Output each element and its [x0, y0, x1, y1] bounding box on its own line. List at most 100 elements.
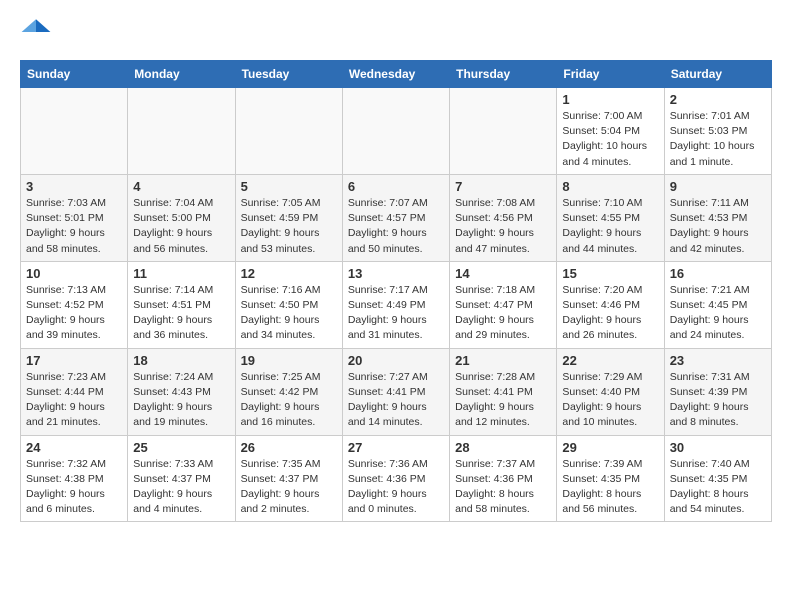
- day-info: Sunrise: 7:37 AMSunset: 4:36 PMDaylight:…: [455, 457, 551, 518]
- col-header-monday: Monday: [128, 61, 235, 88]
- day-cell: 1 Sunrise: 7:00 AMSunset: 5:04 PMDaylight…: [557, 88, 664, 175]
- day-cell: [235, 88, 342, 175]
- day-info: Sunrise: 7:14 AMSunset: 4:51 PMDaylight:…: [133, 283, 229, 344]
- day-cell: 3 Sunrise: 7:03 AMSunset: 5:01 PMDaylight…: [21, 174, 128, 261]
- day-info: Sunrise: 7:35 AMSunset: 4:37 PMDaylight:…: [241, 457, 337, 518]
- day-cell: 7Sunrise: 7:08 AMSunset: 4:56 PMDaylight…: [450, 174, 557, 261]
- day-cell: 17 Sunrise: 7:23 AMSunset: 4:44 PMDayligh…: [21, 348, 128, 435]
- day-info: Sunrise: 7:28 AMSunset: 4:41 PMDaylight:…: [455, 370, 551, 431]
- day-number: 18: [133, 353, 229, 368]
- week-row-1: 1 Sunrise: 7:00 AMSunset: 5:04 PMDaylight…: [21, 88, 772, 175]
- day-number: 3: [26, 179, 122, 194]
- day-info: Sunrise: 7:33 AMSunset: 4:37 PMDaylight:…: [133, 457, 229, 518]
- day-number: 5: [241, 179, 337, 194]
- day-number: 25: [133, 440, 229, 455]
- day-cell: [21, 88, 128, 175]
- day-number: 19: [241, 353, 337, 368]
- col-header-thursday: Thursday: [450, 61, 557, 88]
- day-info: Sunrise: 7:05 AMSunset: 4:59 PMDaylight:…: [241, 196, 337, 257]
- day-info: Sunrise: 7:29 AMSunset: 4:40 PMDaylight:…: [562, 370, 658, 431]
- day-number: 9: [670, 179, 766, 194]
- logo: [20, 16, 56, 48]
- day-info: Sunrise: 7:39 AMSunset: 4:35 PMDaylight:…: [562, 457, 658, 518]
- week-row-4: 17 Sunrise: 7:23 AMSunset: 4:44 PMDayligh…: [21, 348, 772, 435]
- day-cell: [342, 88, 449, 175]
- day-cell: 12 Sunrise: 7:16 AMSunset: 4:50 PMDayligh…: [235, 261, 342, 348]
- day-info: Sunrise: 7:01 AMSunset: 5:03 PMDaylight:…: [670, 109, 766, 170]
- page: SundayMondayTuesdayWednesdayThursdayFrid…: [0, 0, 792, 538]
- day-cell: 30Sunrise: 7:40 AMSunset: 4:35 PMDayligh…: [664, 435, 771, 522]
- day-cell: 24Sunrise: 7:32 AMSunset: 4:38 PMDayligh…: [21, 435, 128, 522]
- day-number: 26: [241, 440, 337, 455]
- day-info: Sunrise: 7:36 AMSunset: 4:36 PMDaylight:…: [348, 457, 444, 518]
- day-number: 24: [26, 440, 122, 455]
- day-cell: [128, 88, 235, 175]
- day-info: Sunrise: 7:00 AMSunset: 5:04 PMDaylight:…: [562, 109, 658, 170]
- day-info: Sunrise: 7:27 AMSunset: 4:41 PMDaylight:…: [348, 370, 444, 431]
- day-cell: 4 Sunrise: 7:04 AMSunset: 5:00 PMDaylight…: [128, 174, 235, 261]
- day-cell: 28Sunrise: 7:37 AMSunset: 4:36 PMDayligh…: [450, 435, 557, 522]
- day-number: 7: [455, 179, 551, 194]
- day-cell: 26 Sunrise: 7:35 AMSunset: 4:37 PMDayligh…: [235, 435, 342, 522]
- day-cell: 9 Sunrise: 7:11 AMSunset: 4:53 PMDaylight…: [664, 174, 771, 261]
- day-info: Sunrise: 7:04 AMSunset: 5:00 PMDaylight:…: [133, 196, 229, 257]
- day-cell: 11 Sunrise: 7:14 AMSunset: 4:51 PMDayligh…: [128, 261, 235, 348]
- day-number: 17: [26, 353, 122, 368]
- day-info: Sunrise: 7:11 AMSunset: 4:53 PMDaylight:…: [670, 196, 766, 257]
- day-info: Sunrise: 7:10 AMSunset: 4:55 PMDaylight:…: [562, 196, 658, 257]
- day-number: 21: [455, 353, 551, 368]
- day-cell: 6 Sunrise: 7:07 AMSunset: 4:57 PMDaylight…: [342, 174, 449, 261]
- day-cell: 16 Sunrise: 7:21 AMSunset: 4:45 PMDayligh…: [664, 261, 771, 348]
- day-number: 23: [670, 353, 766, 368]
- day-info: Sunrise: 7:23 AMSunset: 4:44 PMDaylight:…: [26, 370, 122, 431]
- calendar-header-row: SundayMondayTuesdayWednesdayThursdayFrid…: [21, 61, 772, 88]
- week-row-2: 3 Sunrise: 7:03 AMSunset: 5:01 PMDaylight…: [21, 174, 772, 261]
- day-info: Sunrise: 7:07 AMSunset: 4:57 PMDaylight:…: [348, 196, 444, 257]
- col-header-saturday: Saturday: [664, 61, 771, 88]
- day-number: 15: [562, 266, 658, 281]
- day-cell: 18 Sunrise: 7:24 AMSunset: 4:43 PMDayligh…: [128, 348, 235, 435]
- day-info: Sunrise: 7:31 AMSunset: 4:39 PMDaylight:…: [670, 370, 766, 431]
- week-row-5: 24Sunrise: 7:32 AMSunset: 4:38 PMDayligh…: [21, 435, 772, 522]
- day-number: 8: [562, 179, 658, 194]
- day-cell: 21 Sunrise: 7:28 AMSunset: 4:41 PMDayligh…: [450, 348, 557, 435]
- day-cell: 8 Sunrise: 7:10 AMSunset: 4:55 PMDaylight…: [557, 174, 664, 261]
- calendar-table: SundayMondayTuesdayWednesdayThursdayFrid…: [20, 60, 772, 522]
- day-number: 6: [348, 179, 444, 194]
- day-info: Sunrise: 7:24 AMSunset: 4:43 PMDaylight:…: [133, 370, 229, 431]
- day-info: Sunrise: 7:17 AMSunset: 4:49 PMDaylight:…: [348, 283, 444, 344]
- header: [20, 16, 772, 48]
- day-number: 4: [133, 179, 229, 194]
- day-info: Sunrise: 7:20 AMSunset: 4:46 PMDaylight:…: [562, 283, 658, 344]
- day-info: Sunrise: 7:25 AMSunset: 4:42 PMDaylight:…: [241, 370, 337, 431]
- day-cell: 15 Sunrise: 7:20 AMSunset: 4:46 PMDayligh…: [557, 261, 664, 348]
- day-number: 27: [348, 440, 444, 455]
- day-cell: 20 Sunrise: 7:27 AMSunset: 4:41 PMDayligh…: [342, 348, 449, 435]
- day-number: 20: [348, 353, 444, 368]
- day-cell: 13 Sunrise: 7:17 AMSunset: 4:49 PMDayligh…: [342, 261, 449, 348]
- col-header-friday: Friday: [557, 61, 664, 88]
- day-info: Sunrise: 7:16 AMSunset: 4:50 PMDaylight:…: [241, 283, 337, 344]
- day-number: 2: [670, 92, 766, 107]
- col-header-wednesday: Wednesday: [342, 61, 449, 88]
- day-number: 11: [133, 266, 229, 281]
- day-number: 13: [348, 266, 444, 281]
- day-number: 14: [455, 266, 551, 281]
- day-number: 22: [562, 353, 658, 368]
- day-cell: 27 Sunrise: 7:36 AMSunset: 4:36 PMDayligh…: [342, 435, 449, 522]
- day-number: 29: [562, 440, 658, 455]
- day-cell: 29 Sunrise: 7:39 AMSunset: 4:35 PMDayligh…: [557, 435, 664, 522]
- day-number: 16: [670, 266, 766, 281]
- day-info: Sunrise: 7:40 AMSunset: 4:35 PMDaylight:…: [670, 457, 766, 518]
- day-cell: 2 Sunrise: 7:01 AMSunset: 5:03 PMDaylight…: [664, 88, 771, 175]
- day-number: 1: [562, 92, 658, 107]
- day-cell: 19 Sunrise: 7:25 AMSunset: 4:42 PMDayligh…: [235, 348, 342, 435]
- day-info: Sunrise: 7:18 AMSunset: 4:47 PMDaylight:…: [455, 283, 551, 344]
- day-cell: 5 Sunrise: 7:05 AMSunset: 4:59 PMDaylight…: [235, 174, 342, 261]
- day-info: Sunrise: 7:03 AMSunset: 5:01 PMDaylight:…: [26, 196, 122, 257]
- logo-icon: [20, 16, 52, 48]
- day-info: Sunrise: 7:21 AMSunset: 4:45 PMDaylight:…: [670, 283, 766, 344]
- week-row-3: 10Sunrise: 7:13 AMSunset: 4:52 PMDayligh…: [21, 261, 772, 348]
- col-header-sunday: Sunday: [21, 61, 128, 88]
- day-number: 12: [241, 266, 337, 281]
